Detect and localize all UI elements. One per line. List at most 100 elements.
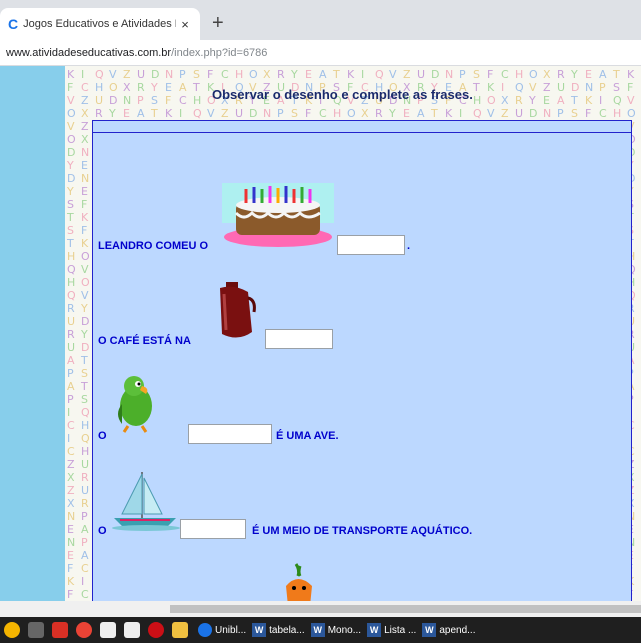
taskbar-file2-icon[interactable] [124, 622, 140, 638]
pattern-letter: P [599, 81, 606, 94]
taskbar-file-icon[interactable] [100, 622, 116, 638]
pattern-letter: Z [81, 94, 89, 107]
taskbar-browser-icon[interactable] [76, 622, 92, 638]
pattern-letter: Q [473, 107, 482, 120]
taskbar-folder-icon[interactable] [172, 622, 188, 638]
pattern-letter: H [473, 94, 482, 107]
pattern-letter: H [67, 250, 76, 263]
pattern-letter: X [263, 68, 271, 81]
pattern-letter: N [67, 510, 76, 523]
taskbar-app-3[interactable]: W Mono... [310, 623, 362, 637]
pattern-letter: F [487, 68, 494, 81]
pattern-letter: K [67, 68, 75, 81]
pattern-letter: H [235, 68, 244, 81]
pattern-letter: P [459, 68, 466, 81]
pattern-letter: U [67, 341, 76, 354]
pattern-letter: Y [291, 68, 298, 81]
left-color-strip [0, 66, 65, 601]
pattern-letter: A [81, 523, 89, 536]
pattern-letter: P [179, 68, 186, 81]
pattern-letter: O [81, 250, 90, 263]
taskbar-app-2[interactable]: Wtabela... [252, 623, 305, 637]
pattern-letter: H [193, 94, 202, 107]
pattern-letter: D [249, 107, 258, 120]
taskbar-office-icon[interactable] [52, 622, 68, 638]
pattern-letter: E [123, 107, 130, 120]
taskbar-app-5[interactable]: Wapend... [422, 623, 475, 637]
pattern-letter: I [501, 81, 505, 94]
pattern-letter: Q [81, 432, 90, 445]
app-3-label: Mono... [327, 624, 362, 636]
pattern-letter: C [67, 419, 75, 432]
pattern-letter: C [81, 562, 89, 575]
sentence-3-end: É UMA AVE. [276, 430, 339, 442]
answer-input-2[interactable] [265, 329, 333, 349]
pattern-letter: S [151, 94, 158, 107]
pattern-letter: O [627, 107, 636, 120]
header-bar [92, 120, 632, 133]
pattern-letter: O [81, 276, 90, 289]
url-path: /index.php?id=6786 [171, 47, 268, 59]
pattern-letter: N [445, 68, 454, 81]
pattern-letter: X [81, 133, 89, 146]
pattern-letter: Y [67, 159, 74, 172]
scrollbar-thumb[interactable] [170, 605, 641, 613]
app-1-icon [198, 623, 212, 637]
taskbar-opera-icon[interactable] [148, 622, 164, 638]
pattern-letter: V [389, 68, 397, 81]
answer-input-1[interactable] [337, 235, 405, 255]
taskbar-app-4[interactable]: W Lista ... [367, 623, 416, 637]
pattern-letter: V [81, 263, 89, 276]
taskbar-tool-icon[interactable] [28, 622, 44, 638]
pattern-letter: R [557, 68, 565, 81]
close-tab-icon[interactable]: × [176, 17, 194, 32]
pattern-letter: P [557, 107, 564, 120]
pattern-letter: E [403, 107, 410, 120]
pattern-letter: D [529, 107, 538, 120]
pattern-letter: D [81, 315, 90, 328]
tab-bar: C Jogos Educativos e Atividades Ed × + [0, 0, 641, 40]
pattern-letter: V [67, 94, 75, 107]
pattern-letter: Z [221, 107, 229, 120]
pattern-letter: F [81, 198, 88, 211]
answer-input-3[interactable] [188, 424, 272, 444]
pattern-letter: S [81, 367, 88, 380]
pattern-letter: T [473, 81, 480, 94]
thermos-icon [220, 282, 256, 338]
pattern-letter: K [487, 81, 495, 94]
address-bar[interactable]: www.atividadeseducativas.com.br/index.ph… [0, 40, 641, 66]
pattern-letter: Z [501, 107, 509, 120]
pattern-letter: A [137, 107, 145, 120]
pattern-letter: U [417, 68, 426, 81]
page-heading: Observar o desenho e complete as frases. [212, 87, 473, 102]
sentence-4-text: O [98, 525, 107, 537]
answer-input-4[interactable] [180, 519, 246, 539]
pattern-letter: X [361, 107, 369, 120]
pattern-letter: T [431, 107, 438, 120]
browser-tab[interactable]: C Jogos Educativos e Atividades Ed × [0, 8, 200, 40]
pattern-letter: R [81, 497, 89, 510]
site-favicon-icon: C [8, 16, 19, 32]
pattern-letter: O [487, 94, 496, 107]
pattern-letter: N [165, 68, 174, 81]
taskbar-chrome-icon[interactable] [4, 622, 20, 638]
pattern-letter: T [81, 354, 88, 367]
new-tab-button[interactable]: + [212, 13, 224, 33]
pattern-letter: C [221, 68, 229, 81]
pattern-letter: T [193, 81, 200, 94]
pattern-letter: A [81, 549, 89, 562]
pattern-letter: C [67, 445, 75, 458]
taskbar-app-1[interactable]: Unibl... [198, 623, 246, 637]
pattern-letter: P [67, 367, 74, 380]
pattern-letter: S [571, 107, 578, 120]
pattern-letter: H [81, 419, 90, 432]
pattern-letter: R [67, 302, 75, 315]
pattern-letter: Y [109, 107, 116, 120]
pattern-letter: O [109, 81, 118, 94]
pattern-letter: I [459, 107, 463, 120]
pattern-letter: S [193, 68, 200, 81]
word-icon: W [367, 623, 382, 637]
pattern-letter: I [81, 68, 85, 81]
pattern-letter: C [501, 68, 509, 81]
pattern-letter: P [277, 107, 284, 120]
